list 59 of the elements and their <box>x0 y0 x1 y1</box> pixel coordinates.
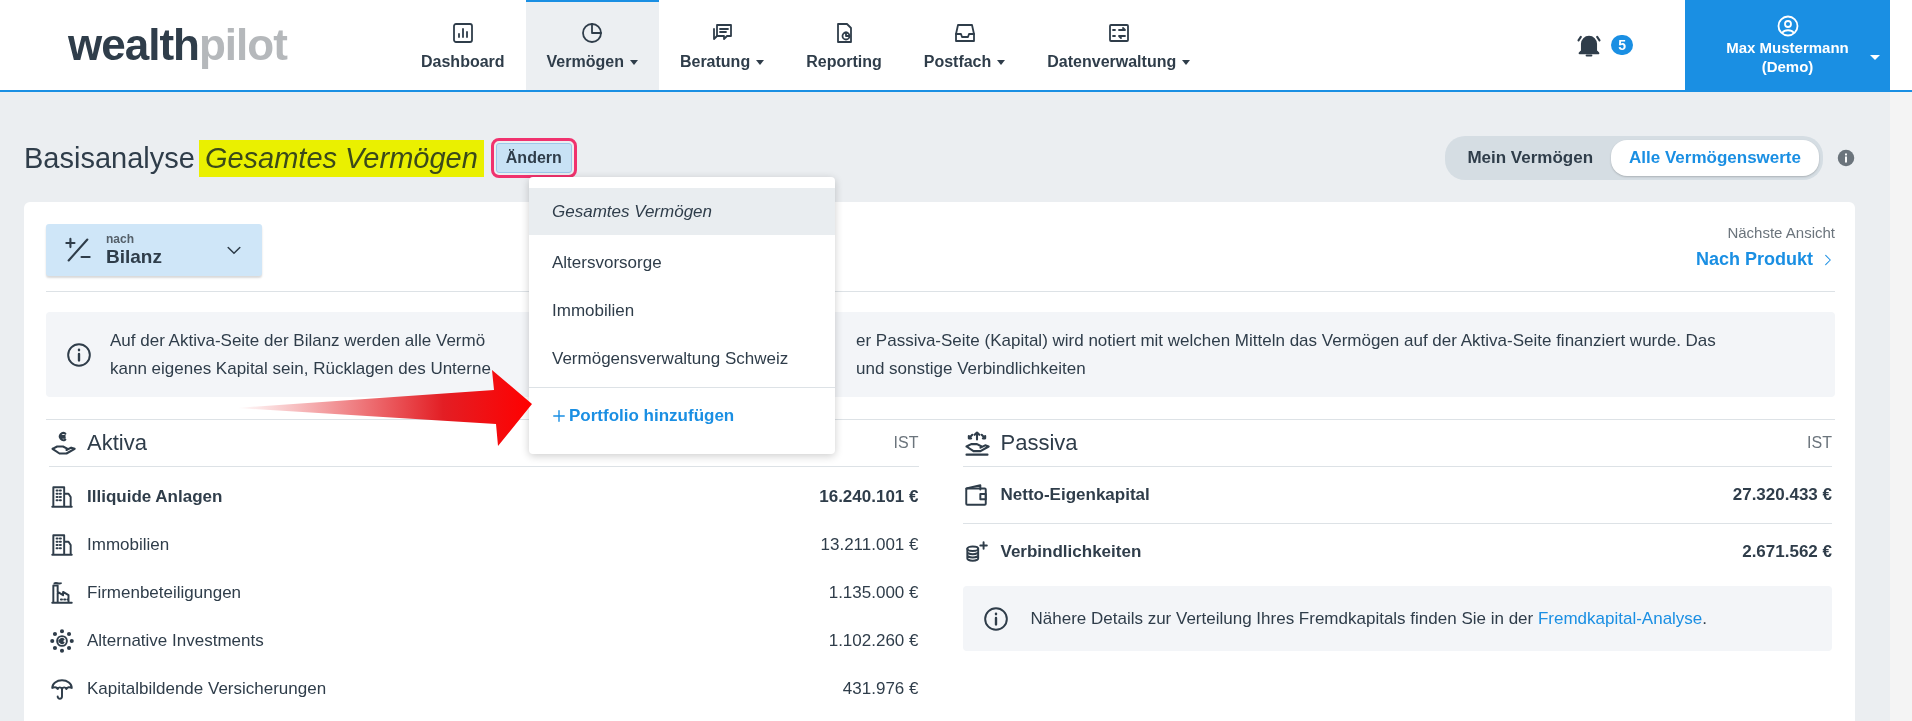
plus-minus-icon <box>64 236 92 264</box>
info-text: und sonstige Verbindlichkeiten <box>856 357 1087 380</box>
nav-tab[interactable]: Reporting <box>785 0 903 90</box>
menu-item[interactable]: Vermögensverwaltung Schweiz <box>529 335 835 383</box>
section-title: Aktiva <box>87 430 148 456</box>
note-text: Nähere Details zur Verteilung Ihres Fremdkapitals finden Sie in der Fremdkapital-Analyse. <box>1030 608 1708 629</box>
nav-tab[interactable]: Postfach <box>902 0 1027 90</box>
info-text: er Passiva-Seite (Kapital) wird notiert mit welchen Mitteln das Vermögen auf der Aktiva-Seite finanziert wurde. Das <box>856 329 1716 352</box>
column-label: IST <box>1807 434 1832 452</box>
row-value: 16.240.101 € <box>819 487 919 507</box>
next-view-label: Nächste Ansicht <box>1727 224 1835 241</box>
page-title: Basisanalyse <box>24 141 195 175</box>
row-label: Firmenbeteiligungen <box>87 583 243 603</box>
row-label: Netto-Eigenkapital <box>1000 485 1151 505</box>
info-icon <box>66 341 92 368</box>
section-title: Passiva <box>1000 430 1079 456</box>
plus-icon <box>552 409 566 423</box>
row-label: Verbindlichkeiten <box>1000 542 1143 562</box>
menu-item[interactable]: Immobilien <box>529 287 835 335</box>
factory-icon <box>49 580 75 606</box>
menu-item[interactable]: Altersvorsorge <box>529 239 835 287</box>
row-label: Kapitalbildende Versicherungen <box>87 679 328 699</box>
toggle-option[interactable]: Mein Vermögen <box>1449 140 1612 176</box>
row-value: 1.102.260 € <box>828 631 919 651</box>
data-transfer-icon <box>1106 21 1131 45</box>
grouping-dropdown[interactable]: nach Bilanz <box>46 224 262 276</box>
row-label: Immobilien <box>87 535 171 555</box>
building-icon <box>49 484 75 510</box>
user-icon <box>1775 14 1800 38</box>
row-value: 13.211.001 € <box>820 535 919 555</box>
row-label: Illiquide Anlagen <box>87 487 224 507</box>
info-icon <box>1837 149 1855 167</box>
notification-badge: 5 <box>1611 35 1633 55</box>
nav-tab[interactable]: Beratung <box>658 0 786 90</box>
portfolio-name: Gesamtes Vermögen <box>198 139 484 177</box>
hand-arrows-icon <box>962 429 991 457</box>
row-value: 431.976 € <box>842 679 919 699</box>
nav-tab[interactable]: Dashboard <box>400 0 526 90</box>
row-label: Alternative Investments <box>87 631 265 651</box>
menu-item[interactable]: Gesamtes Vermögen <box>529 188 835 235</box>
hand-euro-icon <box>49 429 77 457</box>
column-label: IST <box>893 434 919 452</box>
caret-icon <box>1870 55 1880 60</box>
info-icon <box>982 605 1009 632</box>
building-icon <box>49 532 75 558</box>
umbrella-icon <box>49 676 75 702</box>
bar-chart-icon <box>450 21 475 45</box>
row-value: 27.320.433 € <box>1732 485 1832 505</box>
nav-tab[interactable]: Vermögen <box>525 0 659 90</box>
nav-tab[interactable]: Datenverwaltung <box>1026 0 1212 90</box>
info-text: kann eigenes Kapital sein, Rücklagen des Unterne <box>110 357 492 380</box>
logo[interactable]: wealthpilot <box>0 0 340 90</box>
inbox-tray-icon <box>952 21 977 45</box>
pie-chart-icon <box>580 21 605 45</box>
row-value: 1.135.000 € <box>828 583 919 603</box>
info-text: Auf der Aktiva-Seite der Bilanz werden alle Vermö <box>110 329 487 352</box>
row-value: 2.671.562 € <box>1742 542 1832 562</box>
wallet-icon <box>962 482 989 508</box>
euro-coin-icon <box>49 628 75 654</box>
